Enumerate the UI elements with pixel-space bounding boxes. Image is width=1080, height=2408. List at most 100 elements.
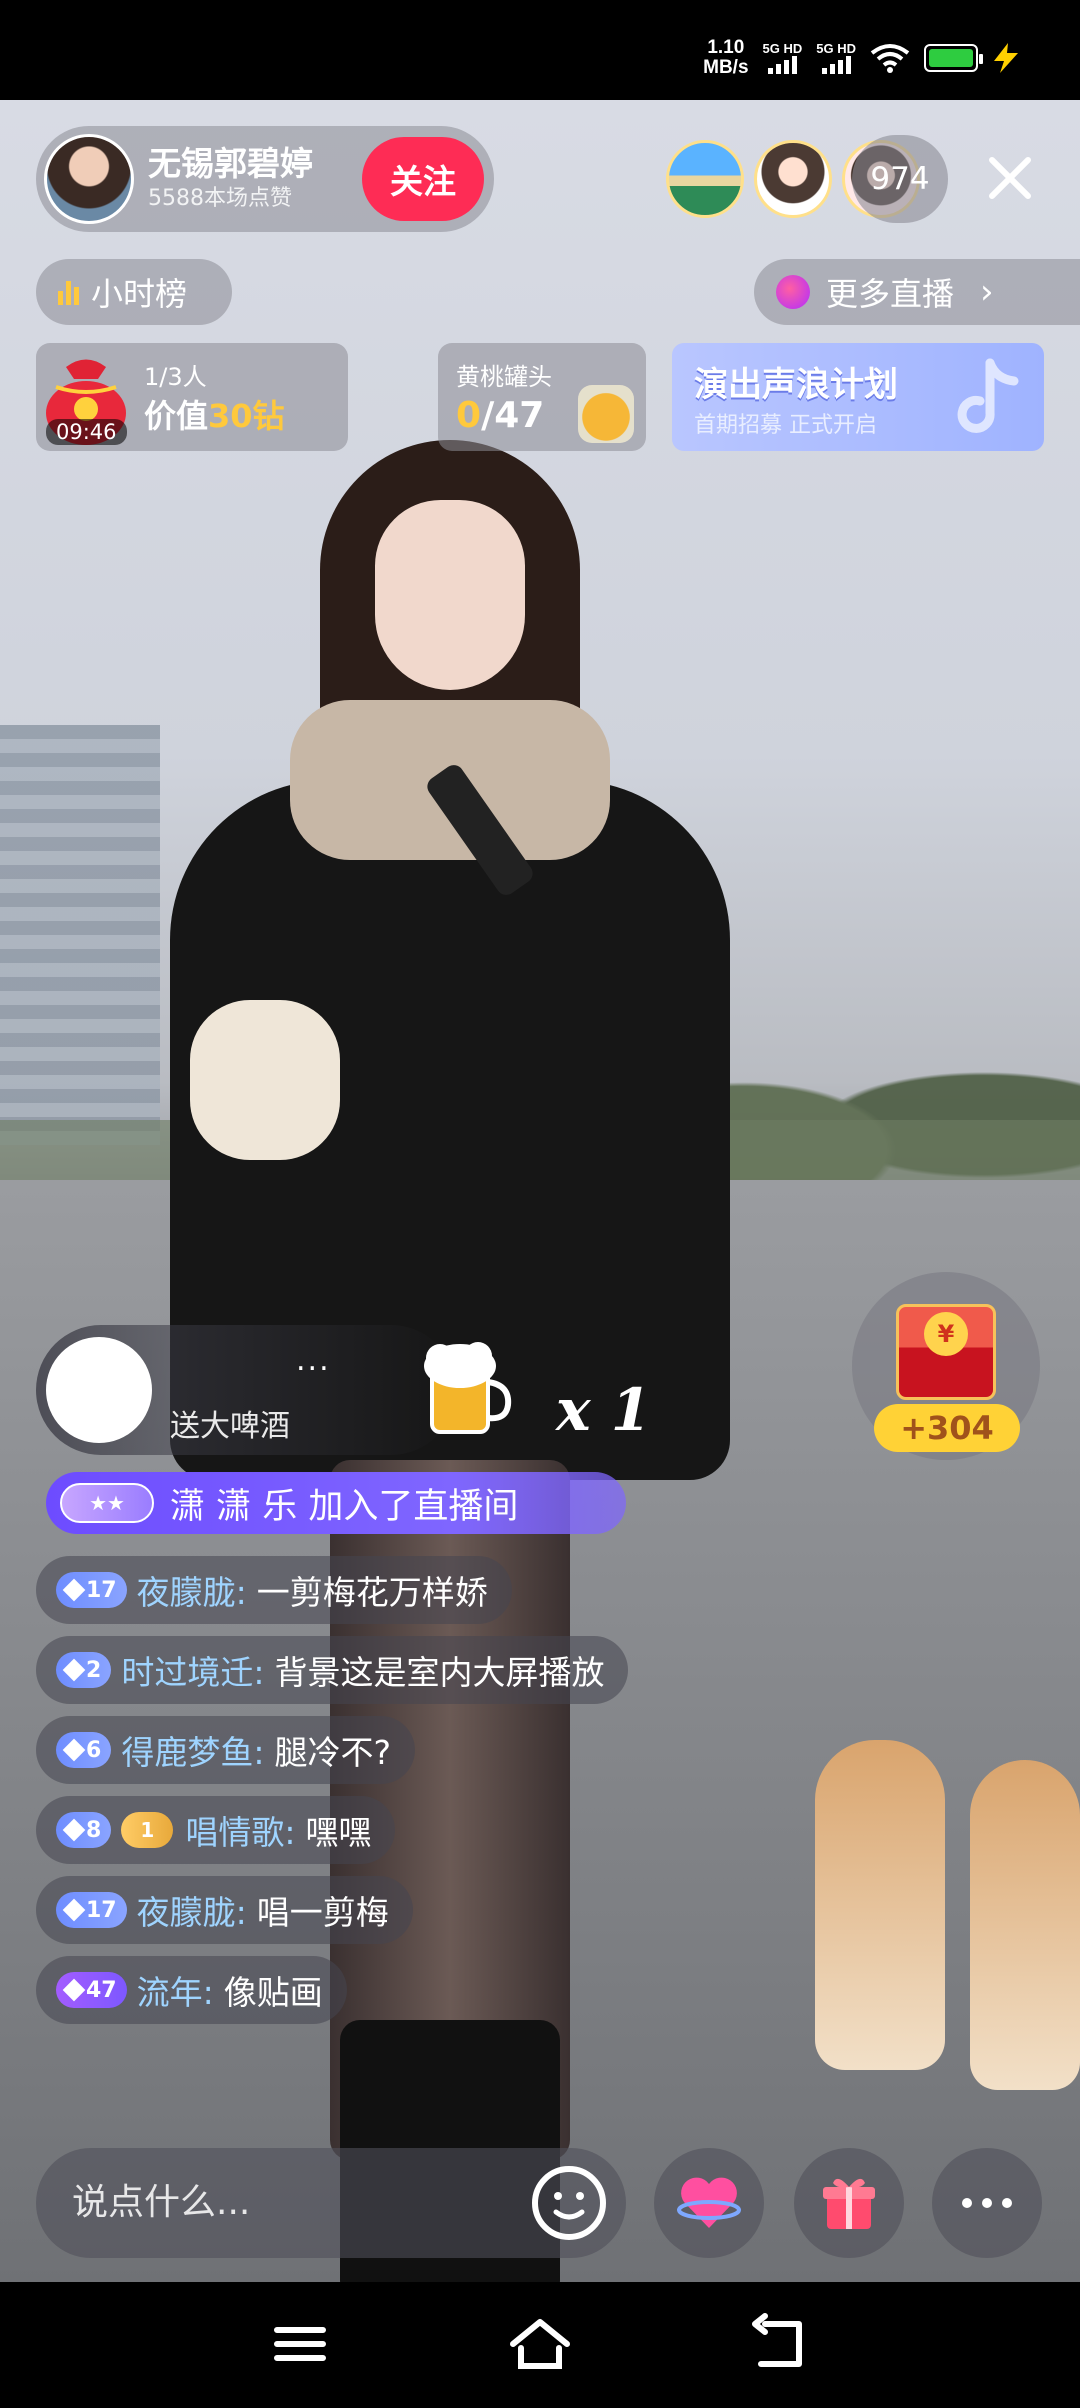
peach-task-progress: 0/47 — [456, 395, 544, 436]
home-icon[interactable] — [505, 2312, 575, 2376]
like-button[interactable] — [654, 2148, 764, 2258]
diamond-icon — [62, 1738, 86, 1762]
close-icon[interactable] — [980, 148, 1040, 208]
comment-item[interactable]: 17 夜朦胧: 一剪梅花万样娇 — [36, 1556, 512, 1624]
comment-username[interactable]: 得鹿梦鱼: — [121, 1726, 264, 1774]
viewer-count[interactable]: 974 — [852, 135, 948, 223]
system-nav-bar — [0, 2282, 1080, 2408]
comment-text: 腿冷不? — [274, 1733, 391, 1772]
diamond-icon — [62, 1978, 86, 2002]
signal-bars-icon — [821, 56, 851, 74]
level-number: 47 — [86, 1977, 117, 2003]
red-packet-timer: 09:46 — [46, 419, 127, 445]
level-badge: 2 — [56, 1652, 112, 1688]
red-packet-people: 1/3人 — [144, 363, 207, 391]
user-level-badge: ★★ — [60, 1483, 154, 1523]
comment-text: 嘿嘿 — [305, 1813, 372, 1852]
hourly-rank-button[interactable]: 小时榜 — [36, 259, 232, 325]
beer-gift-icon — [424, 1342, 512, 1434]
comment-item[interactable]: 17 夜朦胧: 唱一剪梅 — [36, 1876, 413, 1944]
battery-icon — [924, 44, 983, 72]
fan-badge: 1 — [121, 1812, 174, 1848]
red-packet-value: 价值30钻 — [144, 391, 285, 437]
dog-statue — [970, 1760, 1080, 2090]
more-button[interactable] — [932, 2148, 1042, 2258]
more-live-label: 更多直播 — [826, 275, 955, 313]
dog-statue — [815, 1740, 945, 2070]
rank-bars-icon — [58, 279, 79, 305]
level-badge: 8 — [56, 1812, 112, 1848]
follow-button[interactable]: 关注 — [362, 137, 484, 221]
charging-bolt-icon — [994, 43, 1018, 73]
gift-button[interactable] — [794, 2148, 904, 2258]
promo-banner-subtitle: 首期招募 正式开启 — [694, 413, 877, 438]
comment-item[interactable]: 47 流年: 像贴画 — [36, 1956, 347, 2024]
gift-box-icon — [823, 2178, 875, 2229]
sim1-signal: 5G HD — [762, 41, 803, 74]
sim1-label: 5G HD — [762, 41, 803, 56]
level-badge: 47 — [56, 1972, 127, 2008]
viewer-avatar[interactable] — [666, 140, 744, 218]
comment-text: 背景这是室内大屏播放 — [274, 1653, 605, 1692]
more-dots-icon — [962, 2198, 1012, 2208]
gift-description: 送大啤酒 — [170, 1409, 290, 1444]
promo-banner-title: 演出声浪计划 — [694, 365, 898, 405]
promo-banner[interactable]: 演出声浪计划 首期招募 正式开启 — [672, 343, 1044, 451]
network-speed: 1.10 MB/s — [703, 38, 748, 78]
heart-icon — [677, 2177, 741, 2228]
sim2-label: 5G HD — [816, 41, 856, 56]
comment-item[interactable]: 8 1 唱情歌: 嘿嘿 — [36, 1796, 396, 1864]
viewer-avatar[interactable] — [754, 140, 832, 218]
hourly-rank-label: 小时榜 — [91, 275, 188, 313]
level-badge: 17 — [56, 1572, 127, 1608]
menu-icon[interactable] — [265, 2312, 335, 2376]
comment-username[interactable]: 夜朦胧: — [137, 1886, 247, 1934]
diamond-icon — [62, 1658, 86, 1682]
peach-jar-icon — [578, 385, 634, 443]
diamond-icon — [62, 1818, 86, 1842]
sim2-signal: 5G HD — [816, 42, 856, 74]
red-packet-widget[interactable]: 09:46 1/3人 价值30钻 — [36, 343, 348, 451]
level-badge: 17 — [56, 1892, 127, 1928]
more-live-button[interactable]: 更多直播 › — [754, 259, 1080, 325]
comment-username[interactable]: 唱情歌: — [185, 1806, 295, 1854]
level-number: 6 — [86, 1737, 102, 1763]
comment-username[interactable]: 夜朦胧: — [137, 1566, 247, 1614]
host-likes: 5588本场点赞 — [148, 186, 292, 211]
wifi-icon — [870, 44, 910, 73]
comment-username[interactable]: 时过境迁: — [121, 1646, 264, 1694]
comment-text: 唱一剪梅 — [256, 1893, 389, 1932]
host-avatar[interactable] — [44, 134, 134, 224]
diamond-icon — [62, 1578, 86, 1602]
emoji-icon[interactable] — [526, 2160, 612, 2246]
peach-task-total: /47 — [481, 395, 545, 436]
level-number: 8 — [86, 1817, 102, 1843]
comment-item[interactable]: 2 时过境迁: 背景这是室内大屏播放 — [36, 1636, 629, 1704]
level-number: 17 — [86, 1897, 117, 1923]
planet-icon — [776, 275, 810, 309]
back-icon[interactable] — [745, 2312, 815, 2376]
level-number: 17 — [86, 1577, 117, 1603]
chest-coin-icon: ¥ — [924, 1312, 968, 1356]
bottom-toolbar: 说点什么... — [0, 2138, 1080, 2268]
comment-username[interactable]: 流年: — [137, 1966, 214, 2014]
red-packet-value-amount: 30钻 — [208, 397, 285, 435]
peach-task-widget[interactable]: 黄桃罐头 0/47 — [438, 343, 646, 451]
comment-list[interactable]: 17 夜朦胧: 一剪梅花万样娇 2 时过境迁: 背景这是室内大屏播放 6 得鹿梦… — [36, 1556, 756, 2036]
level-number: 2 — [86, 1657, 102, 1683]
gift-notification: ... 送大啤酒 — [36, 1325, 456, 1455]
chest-reward: +304 — [874, 1404, 1020, 1452]
treasure-chest-button[interactable]: ¥ +304 — [852, 1272, 1040, 1460]
status-bar: 1.10 MB/s 5G HD 5G HD — [0, 0, 1080, 100]
gift-sender-avatar[interactable] — [46, 1337, 152, 1443]
host-card[interactable]: 无锡郭碧婷 5588本场点赞 关注 — [36, 126, 494, 232]
chevron-right-icon: › — [980, 272, 994, 312]
comment-text: 一剪梅花万样娇 — [256, 1573, 488, 1612]
red-packet-value-prefix: 价值 — [144, 397, 209, 435]
host-name[interactable]: 无锡郭碧婷 — [148, 144, 313, 184]
peach-task-title: 黄桃罐头 — [456, 363, 552, 391]
signal-bars-icon — [767, 56, 797, 74]
diamond-icon — [62, 1898, 86, 1922]
comment-item[interactable]: 6 得鹿梦鱼: 腿冷不? — [36, 1716, 415, 1784]
gift-sender-name: ... — [296, 1343, 331, 1378]
